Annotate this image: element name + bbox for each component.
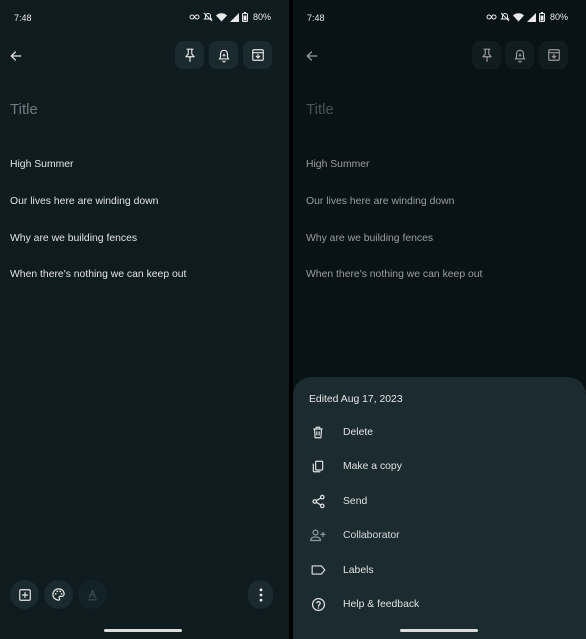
background-color-button[interactable]	[44, 580, 73, 609]
edited-timestamp: Edited Aug 17, 2023	[309, 394, 403, 405]
text-format-icon	[88, 588, 97, 600]
battery-percent: 80%	[549, 12, 568, 22]
battery-percent: 80%	[252, 12, 271, 22]
menu-item-make-copy[interactable]: Make a copy	[293, 449, 586, 483]
menu-item-label: Make a copy	[343, 460, 402, 472]
battery-icon	[241, 12, 248, 22]
home-indicator[interactable]	[104, 629, 182, 632]
title-input[interactable]: Title	[10, 101, 38, 118]
archive-button[interactable]	[243, 41, 272, 69]
reminder-button[interactable]	[209, 41, 238, 69]
menu-item-delete[interactable]: Delete	[293, 415, 586, 449]
note-line: When there's nothing we can keep out	[10, 269, 187, 281]
note-editor-screen: 7:48 80% Title High Summer Our lives her…	[0, 0, 289, 639]
label-icon	[311, 565, 325, 575]
pin-button[interactable]	[175, 41, 204, 69]
status-bar: 7:48 80%	[0, 0, 289, 34]
note-line: Our lives here are winding down	[10, 196, 159, 207]
text-format-button[interactable]	[78, 580, 107, 609]
note-options-sheet: Edited Aug 17, 2023 Delete Make a copy S…	[293, 377, 586, 639]
help-icon	[311, 597, 325, 611]
menu-item-label: Delete	[343, 426, 374, 438]
menu-item-help-feedback[interactable]: Help & feedback	[293, 587, 586, 621]
person-add-icon	[310, 529, 326, 542]
status-time: 7:48	[307, 13, 325, 23]
infinity-icon	[189, 14, 200, 20]
infinity-icon	[486, 14, 497, 20]
palette-icon	[52, 588, 65, 601]
wifi-icon	[512, 12, 524, 21]
mute-icon	[500, 12, 510, 22]
battery-icon	[538, 12, 545, 22]
menu-item-label: Labels	[343, 564, 374, 576]
menu-item-label: Collaborator	[343, 529, 400, 541]
note-line: Why are we building fences	[10, 232, 138, 244]
menu-item-label: Help & feedback	[343, 598, 420, 610]
signal-icon	[526, 12, 536, 22]
status-time: 7:48	[14, 13, 32, 23]
status-bar: 7:48 80%	[293, 0, 586, 34]
menu-item-labels[interactable]: Labels	[293, 553, 586, 587]
share-icon	[311, 494, 325, 508]
back-button[interactable]	[4, 44, 28, 68]
archive-icon	[251, 49, 264, 61]
mute-icon	[203, 12, 213, 22]
more-vert-icon	[259, 588, 262, 601]
home-indicator[interactable]	[400, 629, 478, 632]
signal-icon	[229, 12, 239, 22]
wifi-icon	[215, 12, 227, 21]
note-line: High Summer	[10, 159, 74, 171]
menu-item-collaborator[interactable]: Collaborator	[293, 518, 586, 552]
add-content-button[interactable]	[10, 580, 39, 609]
more-options-button[interactable]	[248, 580, 273, 609]
reminder-bell-icon	[218, 49, 229, 62]
note-body-input[interactable]: High Summer Our lives here are winding d…	[10, 135, 186, 306]
copy-icon	[312, 460, 324, 472]
back-arrow-icon	[10, 51, 22, 61]
pin-icon	[184, 48, 195, 62]
note-menu-screen: 7:48 80% Title High Summer Our lives her…	[293, 0, 586, 639]
add-box-icon	[18, 588, 31, 601]
menu-item-label: Send	[343, 495, 368, 507]
menu-item-send[interactable]: Send	[293, 484, 586, 518]
trash-icon	[313, 426, 323, 438]
